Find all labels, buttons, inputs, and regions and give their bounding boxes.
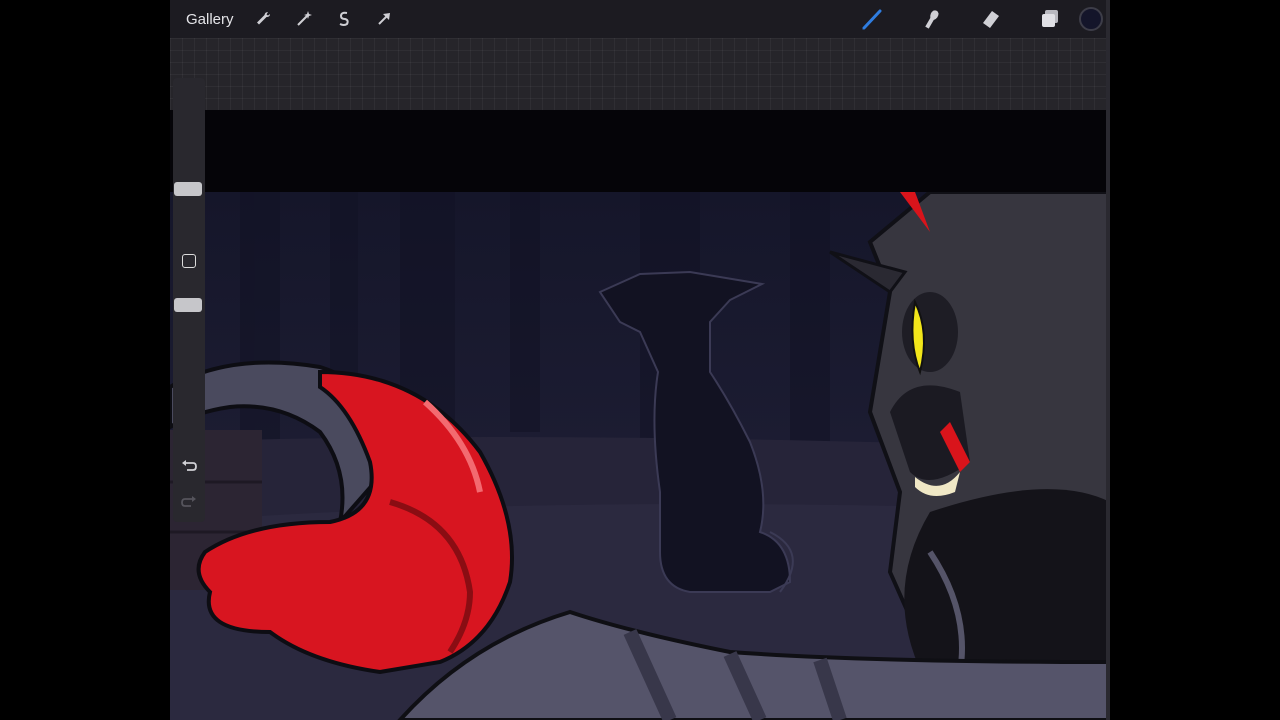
selection-icon[interactable] <box>324 0 364 38</box>
brush-icon[interactable] <box>843 0 902 38</box>
undo-icon[interactable] <box>179 456 199 476</box>
smudge-icon[interactable] <box>902 0 961 38</box>
brush-size-slider[interactable] <box>174 182 202 196</box>
transform-arrow-icon[interactable] <box>364 0 404 38</box>
procreate-window: Gallery <box>170 0 1110 720</box>
canvas-dark-band <box>170 110 1110 192</box>
modify-button[interactable] <box>182 254 196 268</box>
opacity-slider[interactable] <box>174 298 202 312</box>
right-edge <box>1106 0 1110 720</box>
top-toolbar: Gallery <box>170 0 1110 38</box>
adjustments-magic-wand-icon[interactable] <box>284 0 324 38</box>
eraser-icon[interactable] <box>961 0 1020 38</box>
gallery-button[interactable]: Gallery <box>186 11 234 28</box>
layers-icon[interactable] <box>1020 0 1079 38</box>
color-picker-swatch[interactable] <box>1079 7 1103 31</box>
redo-icon[interactable] <box>179 492 199 512</box>
canvas-background-grid <box>170 38 1110 110</box>
left-sidebar <box>173 78 205 522</box>
artwork-canvas[interactable] <box>170 192 1110 720</box>
actions-wrench-icon[interactable] <box>244 0 284 38</box>
